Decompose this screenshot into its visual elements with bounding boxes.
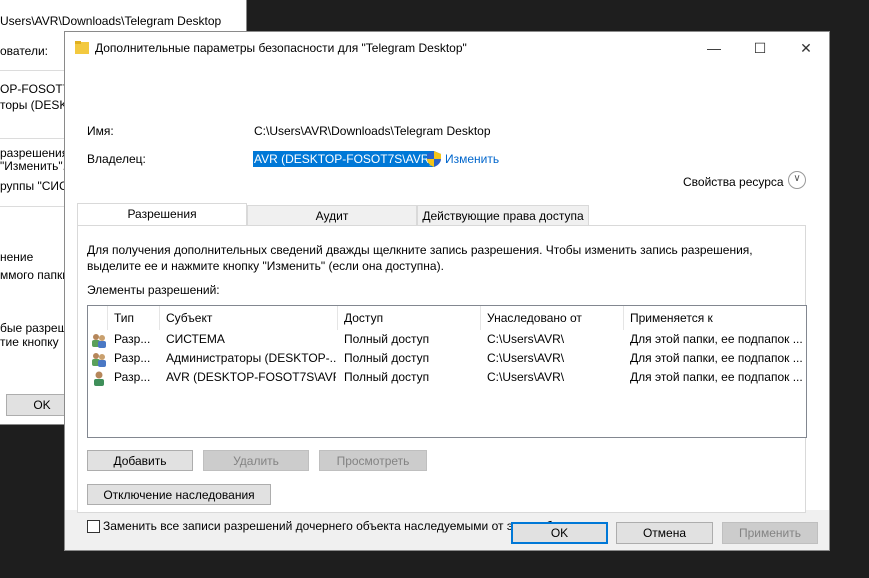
table-row[interactable]: Разр... AVR (DESKTOP-FOSOT7S\AVR) Полный… bbox=[88, 368, 806, 387]
tab-permissions[interactable]: Разрешения bbox=[77, 203, 247, 225]
bg-text-users: ователи: bbox=[0, 44, 48, 58]
group-users-icon bbox=[92, 353, 106, 367]
disable-inheritance-button[interactable]: Отключение наследования bbox=[87, 484, 271, 505]
bg-path-text: Users\AVR\Downloads\Telegram Desktop bbox=[0, 14, 222, 28]
bg-text-change: "Изменить". bbox=[0, 159, 66, 173]
entry-type: Разр... bbox=[114, 332, 151, 346]
chevron-down-icon: ∨ bbox=[793, 173, 801, 184]
entry-type: Разр... bbox=[114, 351, 151, 365]
view-button[interactable]: Просмотреть bbox=[319, 450, 427, 471]
title-bar[interactable]: Дополнительные параметры безопасности дл… bbox=[65, 32, 829, 64]
entry-inherited: C:\Users\AVR\ bbox=[487, 332, 565, 346]
bg-text-folder: ммого папки bbox=[0, 268, 69, 282]
close-icon: ✕ bbox=[800, 40, 812, 56]
name-value: C:\Users\AVR\Downloads\Telegram Desktop bbox=[254, 124, 491, 138]
add-button[interactable]: Добавить bbox=[87, 450, 193, 471]
owner-value[interactable]: AVR (DESKTOP-FOSOT7S\AVR) bbox=[253, 151, 435, 167]
table-row[interactable]: Разр... СИСТЕМА Полный доступ C:\Users\A… bbox=[88, 330, 806, 349]
uac-shield-icon bbox=[427, 151, 441, 167]
user-icon bbox=[94, 371, 104, 386]
bg-text-permissions: разрешения, bbox=[0, 146, 72, 160]
resource-properties-label: Свойства ресурса bbox=[683, 175, 784, 189]
entry-applies: Для этой папки, ее подпапок ... bbox=[630, 351, 803, 365]
bg-text-special: бые разреше bbox=[0, 321, 74, 335]
entry-access: Полный доступ bbox=[344, 370, 430, 384]
name-label: Имя: bbox=[87, 124, 114, 138]
permission-entries-label: Элементы разрешений: bbox=[87, 283, 220, 297]
minimize-button[interactable]: — bbox=[691, 32, 737, 64]
bg-text-button: тие кнопку bbox=[0, 335, 59, 349]
tab-audit[interactable]: Аудит bbox=[247, 205, 417, 225]
ok-button[interactable]: OK bbox=[511, 522, 608, 544]
column-header-access[interactable]: Доступ bbox=[338, 306, 481, 330]
entry-applies: Для этой папки, ее подпапок ... bbox=[630, 332, 803, 346]
advanced-security-dialog: Дополнительные параметры безопасности дл… bbox=[64, 31, 830, 551]
column-header-subject[interactable]: Субъект bbox=[160, 306, 338, 330]
column-header-icon[interactable] bbox=[88, 306, 108, 330]
replace-child-permissions-checkbox[interactable] bbox=[87, 520, 100, 533]
permissions-description: Для получения дополнительных сведений дв… bbox=[87, 243, 753, 273]
entry-applies: Для этой папки, ее подпапок ... bbox=[630, 370, 803, 384]
folder-icon bbox=[75, 41, 89, 54]
owner-label: Владелец: bbox=[87, 152, 146, 166]
remove-button[interactable]: Удалить bbox=[203, 450, 309, 471]
expand-resource-properties-button[interactable]: ∨ bbox=[788, 171, 806, 189]
minimize-icon: — bbox=[707, 40, 721, 56]
column-header-type[interactable]: Тип bbox=[108, 306, 160, 330]
apply-button[interactable]: Применить bbox=[722, 522, 818, 544]
entry-subject: СИСТЕМА bbox=[166, 332, 225, 346]
dialog-content: Имя: C:\Users\AVR\Downloads\Telegram Des… bbox=[65, 64, 829, 533]
entry-subject: AVR (DESKTOP-FOSOT7S\AVR) bbox=[166, 370, 336, 384]
column-header-applies[interactable]: Применяется к bbox=[624, 306, 806, 330]
window-title: Дополнительные параметры безопасности дл… bbox=[95, 41, 467, 55]
maximize-icon: ☐ bbox=[753, 40, 767, 56]
change-owner-link[interactable]: Изменить bbox=[445, 152, 499, 166]
entry-access: Полный доступ bbox=[344, 332, 430, 346]
entry-inherited: C:\Users\AVR\ bbox=[487, 351, 565, 365]
entry-inherited: C:\Users\AVR\ bbox=[487, 370, 565, 384]
group-users-icon bbox=[92, 334, 106, 348]
bg-text-save: нение bbox=[0, 250, 34, 264]
entry-access: Полный доступ bbox=[344, 351, 430, 365]
close-button[interactable]: ✕ bbox=[783, 32, 829, 64]
column-header-inherited[interactable]: Унаследовано от bbox=[481, 306, 624, 330]
tab-effective-access[interactable]: Действующие права доступа bbox=[417, 205, 589, 225]
table-row[interactable]: Разр... Администраторы (DESKTOP-... Полн… bbox=[88, 349, 806, 368]
entry-type: Разр... bbox=[114, 370, 151, 384]
permission-entries-list[interactable]: Тип Субъект Доступ Унаследовано от Приме… bbox=[87, 305, 807, 438]
cancel-button[interactable]: Отмена bbox=[616, 522, 713, 544]
maximize-button[interactable]: ☐ bbox=[737, 32, 783, 64]
entry-subject: Администраторы (DESKTOP-... bbox=[166, 351, 336, 365]
